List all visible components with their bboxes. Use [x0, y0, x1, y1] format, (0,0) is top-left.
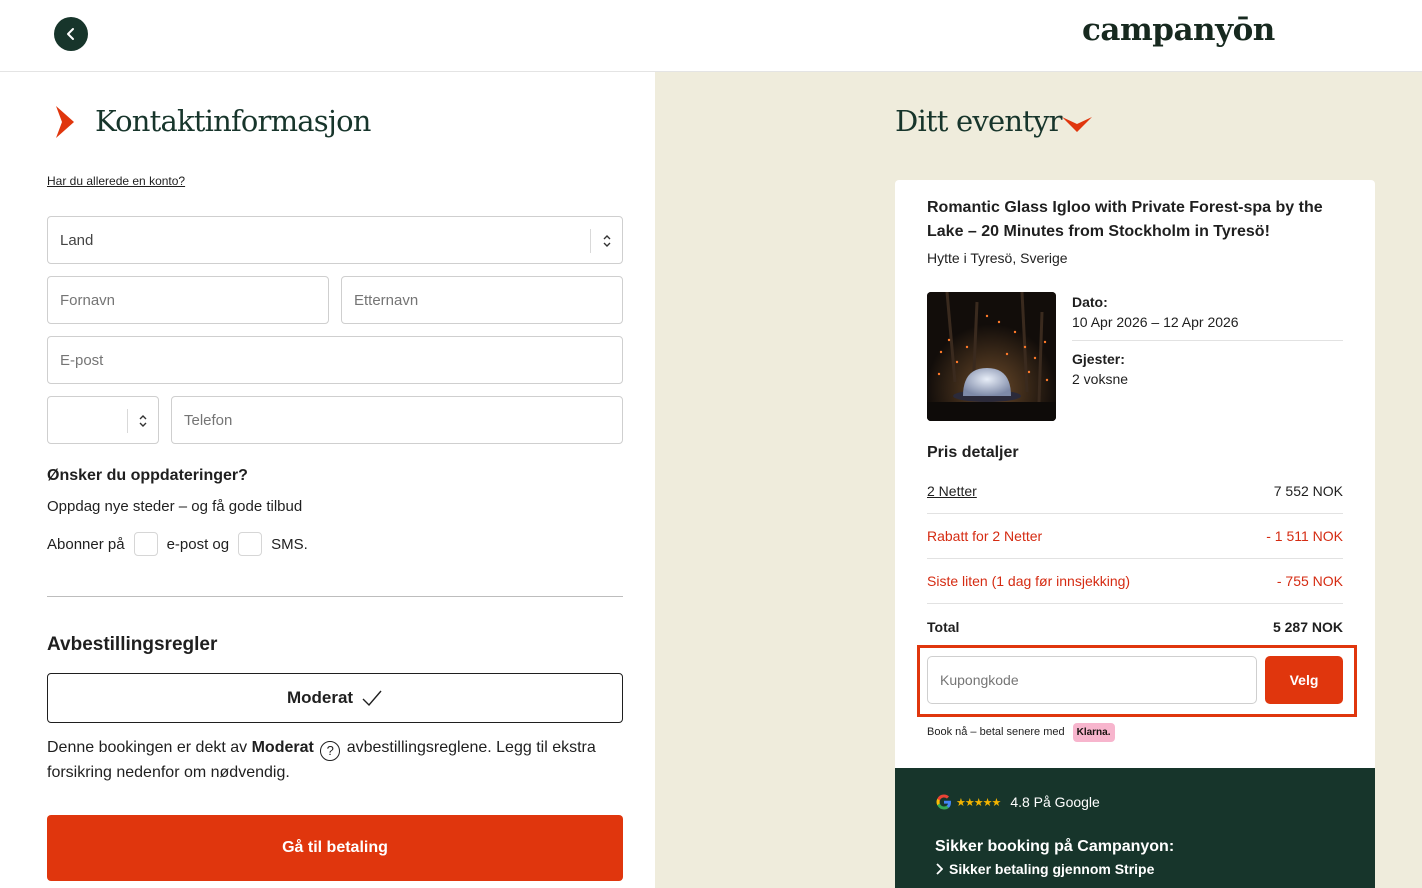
rating-stars: ★★★★★	[956, 796, 1001, 809]
klarna-badge: Klarna.	[1072, 722, 1115, 742]
cancellation-description: Denne bookingen er dekt av Moderat ? avb…	[47, 736, 623, 785]
subscribe-sms-label: SMS.	[271, 535, 308, 553]
subscribe-row: Abonner på e-post og SMS.	[47, 532, 308, 556]
apply-coupon-button[interactable]: Velg	[1265, 656, 1343, 704]
secure-payment-text: Sikker betaling gjennom Stripe	[949, 861, 1155, 877]
price-row-discount: Rabatt for 2 Netter - 1 511 NOK	[927, 514, 1343, 559]
first-name-field[interactable]	[47, 276, 329, 324]
email-field[interactable]	[47, 336, 623, 384]
updates-subtitle: Oppdag nye steder – og få gode tilbud	[47, 498, 303, 515]
contact-title: Kontaktinformasjon	[95, 104, 371, 138]
country-code-select[interactable]	[47, 396, 159, 444]
last-name-input[interactable]	[354, 291, 622, 309]
subscribe-email-label: e-post og	[166, 535, 230, 553]
phone-field[interactable]	[171, 396, 623, 444]
first-name-input[interactable]	[60, 291, 328, 309]
last-name-field[interactable]	[341, 276, 623, 324]
total-amount: 5 287 NOK	[1272, 618, 1343, 635]
secure-payment-item: Sikker betaling gjennom Stripe	[935, 861, 1154, 877]
cancellation-title: Avbestillingsregler	[47, 634, 218, 655]
section-divider	[47, 596, 623, 597]
phone-input[interactable]	[184, 411, 622, 429]
chevron-left-icon	[67, 28, 74, 40]
moderate-policy-option[interactable]: Moderat	[47, 673, 623, 723]
google-rating: ★★★★★ 4.8 På Google	[935, 792, 1100, 812]
chevron-down-accent-icon[interactable]	[1061, 115, 1093, 133]
subscribe-prefix: Abonner på	[47, 535, 125, 553]
details-divider	[1072, 340, 1343, 341]
country-select-label: Land	[60, 231, 94, 249]
last-minute-label: Siste liten (1 dag før innsjekking)	[927, 573, 1131, 589]
help-icon[interactable]: ?	[320, 741, 341, 761]
price-row-total: Total 5 287 NOK	[927, 604, 1343, 649]
email-input[interactable]	[60, 351, 622, 369]
campanyon-logo[interactable]: campanyōn	[1082, 12, 1275, 48]
total-label: Total	[927, 618, 960, 635]
cancellation-desc-policy: Moderat	[251, 739, 314, 756]
sms-checkbox[interactable]	[238, 532, 263, 556]
moderate-policy-label: Moderat	[286, 688, 354, 707]
select-divider	[127, 409, 128, 433]
coupon-field[interactable]	[927, 656, 1257, 704]
price-row-nights: 2 Netter 7 552 NOK	[927, 469, 1343, 514]
rating-text: 4.8 På Google	[1010, 794, 1100, 810]
existing-account-link[interactable]: Har du allerede en konto?	[47, 174, 185, 188]
google-icon	[936, 794, 951, 810]
listing-location: Hytte i Tyresö, Sverige	[927, 250, 1068, 266]
listing-title: Romantic Glass Igloo with Private Forest…	[927, 199, 1323, 240]
go-to-payment-button[interactable]: Gå til betaling	[47, 815, 623, 881]
checkmark-icon	[362, 690, 382, 707]
secure-booking-title: Sikker booking på Campanyon:	[935, 838, 1175, 855]
nights-link[interactable]: 2 Netter	[927, 483, 977, 499]
discount-amount: - 1 511 NOK	[1266, 528, 1343, 544]
chevron-right-accent-icon	[56, 106, 74, 138]
klarna-row: Book nå – betal senere med Klarna.	[927, 720, 1115, 744]
select-arrows-icon	[139, 415, 147, 427]
email-checkbox[interactable]	[133, 532, 158, 556]
listing-photo	[927, 292, 1056, 421]
top-header: campanyōn	[0, 0, 1422, 72]
select-divider	[590, 229, 591, 253]
chevron-right-icon	[936, 863, 943, 875]
cancellation-desc-prefix: Denne bookingen er dekt av	[47, 739, 248, 756]
country-select[interactable]: Land	[47, 216, 623, 264]
guests-value: 2 voksne	[1072, 371, 1129, 387]
date-value: 10 Apr 2026 – 12 Apr 2026	[1072, 314, 1239, 330]
price-row-last-minute: Siste liten (1 dag før innsjekking) - 75…	[927, 559, 1343, 604]
date-label: Dato:	[1072, 294, 1108, 310]
price-details-title: Pris detaljer	[927, 444, 1019, 461]
guests-label: Gjester:	[1072, 351, 1125, 367]
klarna-text: Book nå – betal senere med	[927, 726, 1065, 738]
adventure-title: Ditt eventyr	[895, 104, 1063, 138]
select-arrows-icon	[603, 235, 611, 247]
nights-amount: 7 552 NOK	[1273, 483, 1343, 499]
updates-title: Ønsker du oppdateringer?	[47, 467, 248, 484]
coupon-input[interactable]	[940, 672, 1256, 688]
discount-label: Rabatt for 2 Netter	[927, 528, 1043, 544]
last-minute-amount: - 755 NOK	[1276, 573, 1343, 589]
back-button[interactable]	[54, 17, 88, 51]
